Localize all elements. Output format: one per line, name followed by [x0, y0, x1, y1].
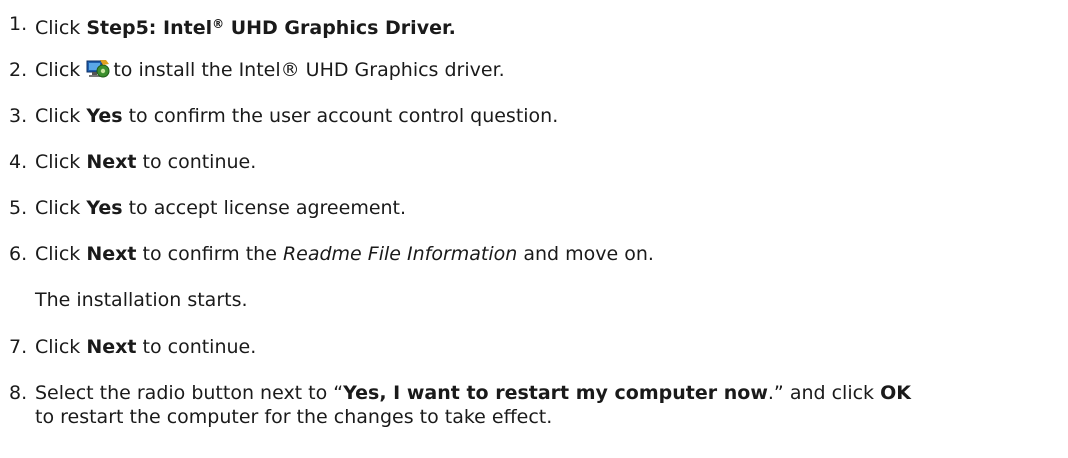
step-text-pre: Click	[35, 151, 87, 173]
step-6-result-note: The installation starts.	[35, 289, 248, 311]
step-number: 4.	[9, 151, 28, 173]
step-text-pre: Click	[35, 243, 87, 265]
step-text-mid: .” and click	[767, 382, 881, 404]
step-text: Click Next to continue.	[35, 149, 256, 175]
step-target-label: Yes	[86, 197, 123, 219]
step-target-label: Next	[86, 336, 137, 358]
step-text: Select the radio button next to “Yes, I …	[35, 380, 911, 406]
step-text-post: to continue.	[136, 151, 257, 173]
step-number: 3.	[9, 105, 28, 127]
step-target-label: Next	[86, 243, 137, 265]
step-text-pre: Click	[35, 59, 87, 81]
step-target-label: Step5: Intel® UHD Graphics Driver.	[86, 17, 456, 39]
step-number: 1.	[9, 13, 28, 35]
step-8-continuation: to restart the computer for the changes …	[35, 406, 553, 428]
step-target-label-a: Step5: Intel	[86, 17, 213, 39]
step-text: Click Yes to accept license agreement.	[35, 195, 406, 221]
step-text-mid: to confirm the	[136, 243, 283, 265]
step-text: Click to install the Intel® UHD Graphics…	[35, 57, 505, 83]
registered-mark: ®	[212, 17, 225, 31]
step-text-post: to confirm the user account control ques…	[122, 105, 559, 127]
step-text: Click Yes to confirm the user account co…	[35, 103, 558, 129]
ok-label: OK	[880, 382, 911, 404]
step-text-pre: Click	[35, 105, 87, 127]
step-number: 2.	[9, 59, 28, 81]
step-number: 7.	[9, 336, 28, 358]
step-text: Click Next to confirm the Readme File In…	[35, 241, 654, 267]
step-text-post: to install the Intel® UHD Graphics drive…	[113, 59, 505, 81]
readme-file-information-term: Readme File Information	[282, 243, 518, 265]
step-text-pre: Click	[35, 17, 87, 39]
step-text-pre: Click	[35, 336, 87, 358]
step-text-post: to continue.	[136, 336, 257, 358]
setup-install-icon	[86, 58, 110, 80]
step-target-label: Next	[86, 151, 137, 173]
step-text-pre: Click	[35, 197, 87, 219]
step-text-post: and move on.	[517, 243, 654, 265]
step-number: 5.	[9, 197, 28, 219]
step-number: 8.	[9, 382, 28, 404]
restart-option-label: Yes, I want to restart my computer now	[343, 382, 768, 404]
step-text: Click Next to continue.	[35, 334, 256, 360]
step-text-post: to accept license agreement.	[122, 197, 407, 219]
step-text: Click Step5: Intel® UHD Graphics Driver.	[35, 11, 456, 41]
step-number: 6.	[9, 243, 28, 265]
step-text-pre: Select the radio button next to “	[35, 382, 344, 404]
step-target-label-b: UHD Graphics Driver.	[224, 17, 456, 39]
step-target-label: Yes	[86, 105, 123, 127]
